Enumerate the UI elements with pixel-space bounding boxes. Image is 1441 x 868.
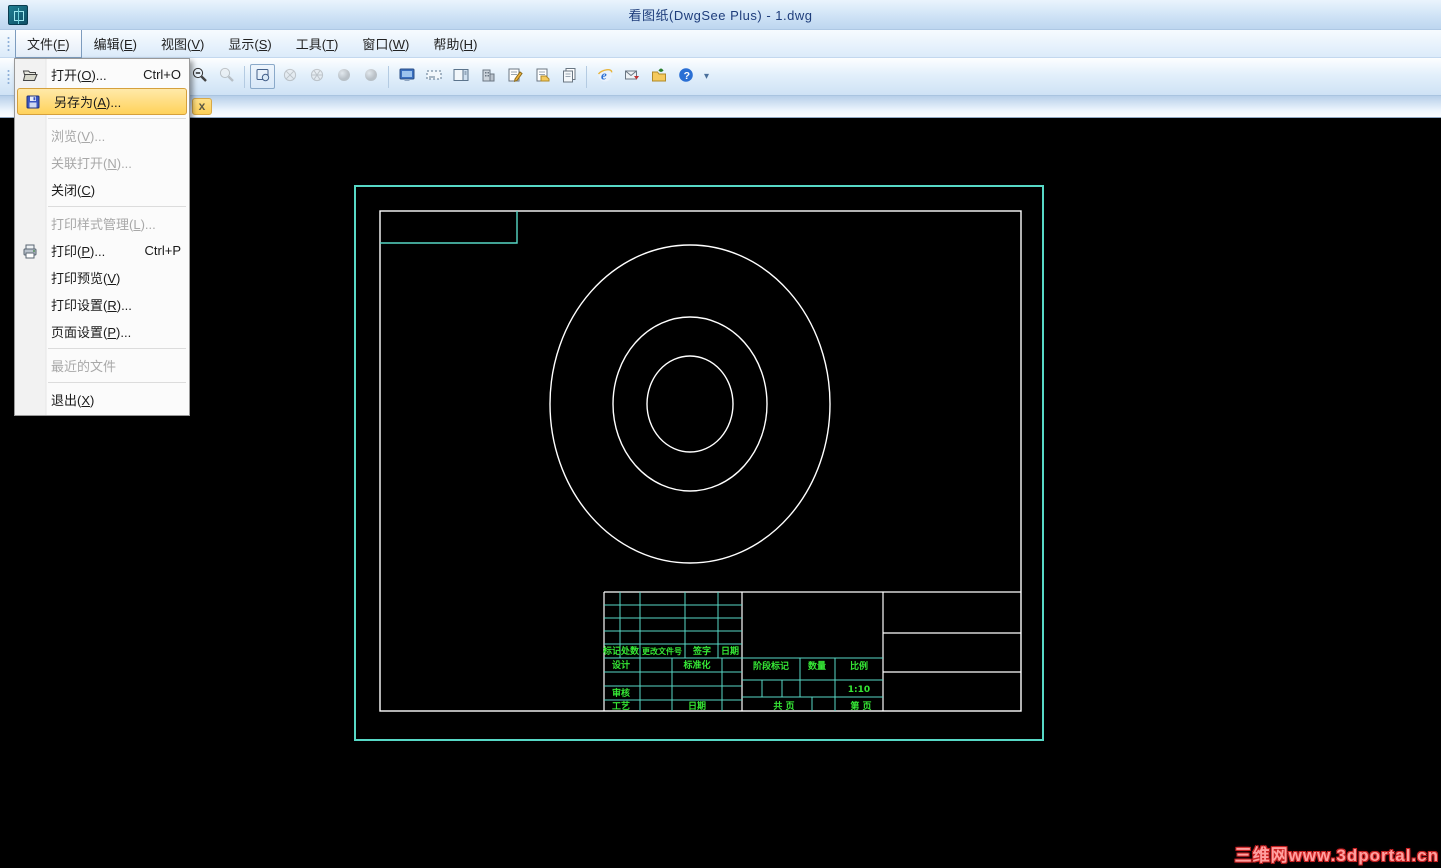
watermark: 三维网www.3dportal.cn	[1234, 846, 1439, 865]
title-block-labels: 标记 处数 更改文件号 签字 日期 设计 标准化 审核 工艺 日期 阶段标记 数…	[602, 645, 872, 712]
svg-text:?: ?	[683, 70, 689, 82]
menu-item-print-preview[interactable]: 打印预览(V)	[15, 264, 189, 291]
menu-tools[interactable]: 工具(T)	[284, 29, 351, 58]
menu-item-page-setup[interactable]: 页面设置(P)...	[15, 318, 189, 345]
zoom-out-button[interactable]	[187, 64, 212, 89]
menu-item-save-as[interactable]: 另存为(A)...	[17, 88, 187, 115]
menu-item-exit[interactable]: 退出(X)	[15, 386, 189, 413]
folder-up-icon	[650, 66, 668, 87]
menu-display[interactable]: 显示(S)	[216, 29, 283, 58]
layout-button[interactable]	[475, 64, 500, 89]
toolbar: e ? ▾	[0, 58, 1441, 96]
panel-button[interactable]	[448, 64, 473, 89]
svg-text:第 页: 第 页	[850, 700, 871, 712]
svg-text:处数: 处数	[620, 645, 640, 657]
toolbar-separator	[244, 65, 245, 88]
menu-edit[interactable]: 编辑(E)	[82, 29, 149, 58]
viewport-button[interactable]	[250, 64, 275, 89]
svg-text:签字: 签字	[692, 645, 711, 657]
monitor-icon	[398, 66, 416, 87]
menu-file[interactable]: 文件(F)	[15, 29, 82, 58]
copy-button[interactable]	[556, 64, 581, 89]
svg-text:标记: 标记	[602, 645, 621, 657]
svg-text:工艺: 工艺	[612, 700, 630, 712]
menu-separator	[48, 382, 186, 383]
menu-item-recent-files: 最近的文件	[51, 359, 117, 374]
pencil-doc-icon	[506, 66, 524, 87]
file-menu-popup: 打开(O)... Ctrl+O 另存为(A)... 浏览(V)... 关联打开(…	[14, 58, 190, 416]
svg-text:标准化: 标准化	[682, 659, 710, 671]
menu-window[interactable]: 窗口(W)	[350, 29, 421, 58]
named-view-button	[277, 64, 302, 89]
sphere-icon	[362, 66, 380, 87]
open-folder-icon	[15, 66, 45, 84]
svg-text:更改文件号: 更改文件号	[642, 646, 682, 656]
menubar-grip[interactable]	[6, 35, 11, 52]
window-title: 看图纸(DwgSee Plus) - 1.dwg	[628, 8, 813, 23]
menu-separator	[48, 118, 186, 119]
dashed-panel-icon	[425, 66, 443, 87]
svg-text:数量: 数量	[808, 660, 826, 672]
fullscreen-button[interactable]	[394, 64, 419, 89]
svg-text:1:10: 1:10	[848, 685, 870, 695]
menu-separator	[48, 206, 186, 207]
menu-item-associate-open: 关联打开(N)...	[51, 156, 132, 171]
copy-pages-icon	[560, 66, 578, 87]
svg-text:比例: 比例	[850, 660, 868, 672]
toolbar-separator	[388, 65, 389, 88]
send-mail-icon	[623, 66, 641, 87]
file-info-button[interactable]	[529, 64, 554, 89]
sheet-corner-box	[380, 211, 518, 244]
help-button[interactable]: ?	[673, 64, 698, 89]
titlebar: 看图纸(DwgSee Plus) - 1.dwg	[0, 0, 1441, 30]
browser-button[interactable]: e	[592, 64, 617, 89]
toolbar-overflow-button[interactable]: ▾	[701, 70, 712, 83]
svg-text:日期: 日期	[721, 645, 739, 657]
command-bar-button[interactable]	[421, 64, 446, 89]
document-tabbar: x	[0, 96, 1441, 118]
render-button	[358, 64, 383, 89]
circle-cross-icon	[281, 66, 299, 87]
menu-view[interactable]: 视图(V)	[149, 29, 216, 58]
menu-item-open[interactable]: 打开(O)... Ctrl+O	[15, 61, 189, 88]
sheet-inner-frame	[379, 210, 1022, 712]
save-icon	[18, 93, 48, 111]
shade-button	[331, 64, 356, 89]
markup-button[interactable]	[502, 64, 527, 89]
open-folder-button[interactable]	[646, 64, 671, 89]
circle-cross-icon	[308, 66, 326, 87]
send-button[interactable]	[619, 64, 644, 89]
zoom-previous-button	[214, 64, 239, 89]
tab-close-button[interactable]: x	[192, 98, 212, 115]
svg-text:日期: 日期	[688, 700, 706, 712]
toolbar-separator	[586, 65, 587, 88]
toolbar-grip[interactable]	[6, 68, 11, 85]
svg-text:共 页: 共 页	[773, 700, 794, 712]
drawing-canvas[interactable]: 标记 处数 更改文件号 签字 日期 设计 标准化 审核 工艺 日期 阶段标记 数…	[0, 118, 1441, 868]
menu-item-print-setup[interactable]: 打印设置(R)...	[15, 291, 189, 318]
menu-separator	[48, 348, 186, 349]
dwg-drawing: 标记 处数 更改文件号 签字 日期 设计 标准化 审核 工艺 日期 阶段标记 数…	[354, 185, 1044, 741]
viewport-icon	[254, 66, 272, 87]
zoom-out-icon	[191, 66, 209, 87]
side-panel-icon	[452, 66, 470, 87]
building-icon	[479, 66, 497, 87]
part-circles	[549, 244, 831, 564]
menu-item-close[interactable]: 关闭(C)	[15, 176, 189, 203]
svg-text:审核: 审核	[612, 687, 630, 699]
zoom-previous-icon	[218, 66, 236, 87]
help-icon: ?	[677, 66, 695, 87]
3d-view-button	[304, 64, 329, 89]
doc-folder-icon	[533, 66, 551, 87]
svg-text:设计: 设计	[612, 659, 630, 671]
menubar: 文件(F) 编辑(E) 视图(V) 显示(S) 工具(T) 窗口(W) 帮助(H…	[0, 29, 1441, 58]
svg-text:阶段标记: 阶段标记	[753, 660, 789, 672]
browser-e-icon: e	[596, 66, 614, 87]
menu-item-print[interactable]: 打印(P)... Ctrl+P	[15, 237, 189, 264]
menu-help[interactable]: 帮助(H)	[421, 29, 489, 58]
menu-item-plot-style-manager: 打印样式管理(L)...	[51, 217, 156, 232]
sphere-icon	[335, 66, 353, 87]
printer-icon	[15, 242, 45, 260]
menu-item-browse: 浏览(V)...	[51, 129, 106, 144]
